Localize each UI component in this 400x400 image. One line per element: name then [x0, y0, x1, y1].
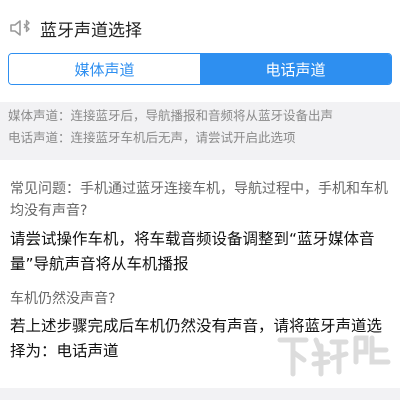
channel-descriptions: 媒体声道：连接蓝牙后，导航播报和音频将从蓝牙设备出声 电话声道：连接蓝牙车机后无…	[0, 105, 400, 149]
faq-answer-1: 请尝试操作车机，将车载音频设备调整到“蓝牙媒体音量”导航声音将从车机播报	[10, 230, 375, 273]
tab-media-channel[interactable]: 媒体声道	[9, 54, 200, 84]
media-channel-description: 媒体声道：连接蓝牙后，导航播报和音频将从蓝牙设备出声	[8, 108, 334, 123]
faq-question-2: 车机仍然没声音?	[10, 291, 116, 307]
faq-card: 常见问题：手机通过蓝牙连接车机，导航过程中，手机和车机均没有声音? 请尝试操作车…	[0, 160, 400, 388]
tab-phone-channel[interactable]: 电话声道	[200, 54, 391, 84]
page-title: 蓝牙声道选择	[40, 20, 142, 41]
speaker-bluetooth-icon	[10, 19, 30, 36]
watermark-logo	[277, 335, 391, 377]
title-row: 蓝牙声道选择	[8, 14, 142, 42]
faq-question-1: 常见问题：手机通过蓝牙连接车机，导航过程中，手机和车机均没有声音?	[10, 181, 388, 219]
header: 蓝牙声道选择 媒体声道 电话声道	[0, 0, 400, 102]
channel-segmented-control: 媒体声道 电话声道	[8, 53, 392, 85]
bottom-strip	[0, 388, 400, 400]
phone-channel-description: 电话声道：连接蓝牙车机后无声，请尝试开启此选项	[8, 130, 296, 145]
